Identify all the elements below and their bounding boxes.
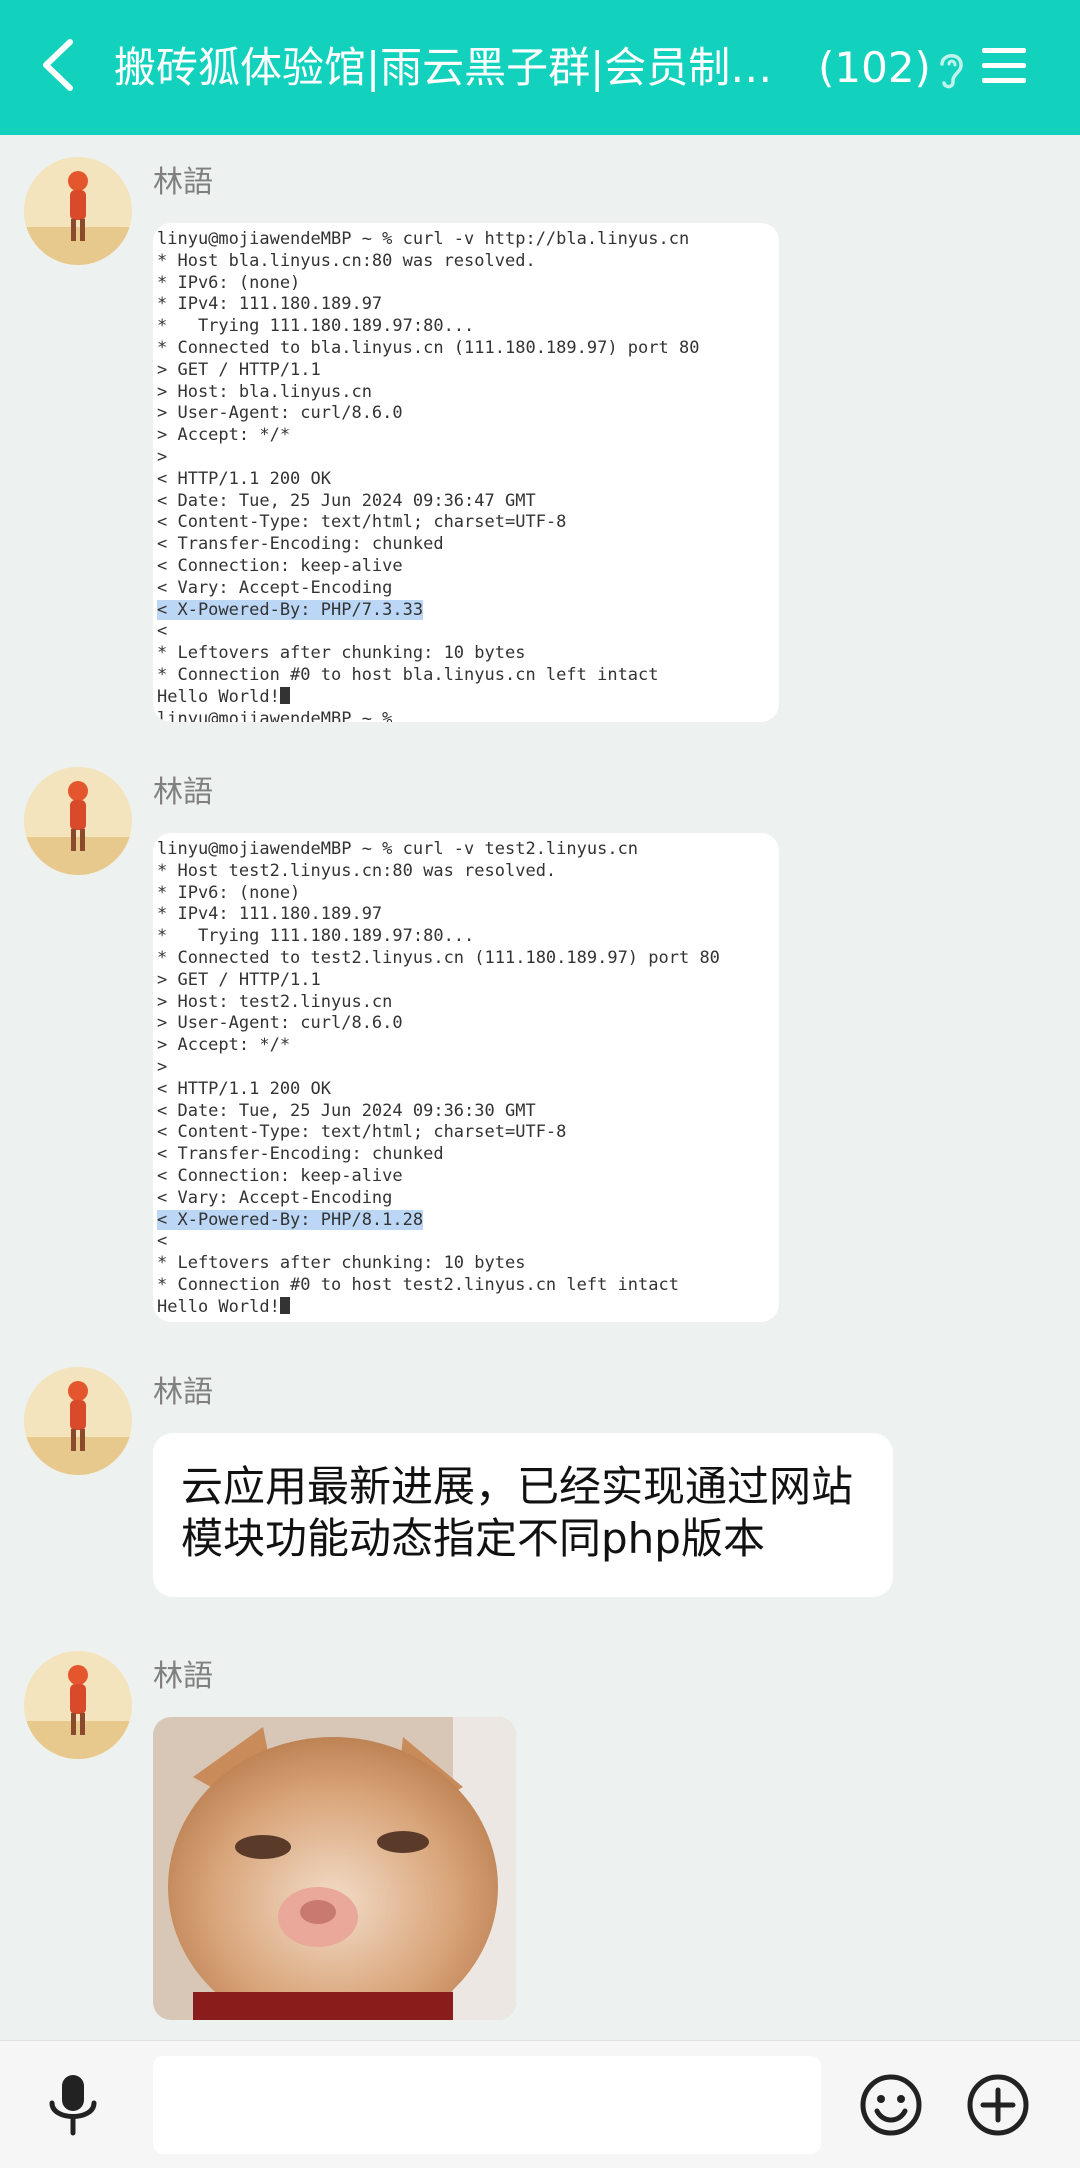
chat-header: 搬砖狐体验馆|雨云黑子群|会员制… (102) (0, 0, 1080, 135)
plus-icon (967, 2074, 1029, 2136)
terminal-line: < Date: Tue, 25 Jun 2024 09:36:30 GMT (157, 1100, 536, 1121)
terminal-line: * Connection #0 to host test2.linyus.cn … (157, 1274, 679, 1295)
terminal-line: > Host: bla.linyus.cn (157, 381, 372, 402)
terminal-line: < Date: Tue, 25 Jun 2024 09:36:47 GMT (157, 490, 536, 511)
terminal-line: * Trying 111.180.189.97:80... (157, 926, 475, 947)
emoji-icon (860, 2074, 922, 2136)
terminal-line: * Connected to test2.linyus.cn (111.180.… (157, 947, 720, 968)
terminal-line: Hello World! (157, 1296, 775, 1319)
sender-name: 林語 (153, 775, 213, 810)
terminal-line: * Leftovers after chunking: 10 bytes (157, 1253, 526, 1274)
terminal-line: < Content-Type: text/html; charset=UTF-8 (157, 1122, 567, 1143)
sender-name: 林語 (153, 1375, 213, 1410)
message-list[interactable]: 林語 linyu@mojiawendeMBP ~ % curl -v http:… (0, 135, 1080, 2040)
terminal-line: * IPv4: 111.180.189.97 (157, 294, 383, 315)
terminal-line: * Connected to bla.linyus.cn (111.180.18… (157, 337, 700, 358)
terminal-line: > Accept: */* (157, 1035, 291, 1056)
terminal-cursor (279, 1296, 290, 1314)
terminal-line: > (157, 1056, 168, 1077)
member-count[interactable]: (102) (818, 38, 931, 98)
avatar[interactable] (24, 1367, 132, 1475)
avatar[interactable] (24, 157, 132, 265)
back-arrow-icon (43, 39, 73, 91)
chat-title[interactable]: 搬砖狐体验馆|雨云黑子群|会员制… (114, 38, 794, 98)
terminal-line: * Trying 111.180.189.97:80... (157, 316, 475, 337)
terminal-line: * Leftovers after chunking: 10 bytes (157, 643, 526, 664)
menu-button[interactable] (980, 44, 1028, 88)
input-bar (0, 2040, 1080, 2168)
terminal-line: > Accept: */* (157, 425, 291, 446)
text-message[interactable]: 云应用最新进展，已经实现通过网站模块功能动态指定不同php版本 (153, 1433, 893, 1597)
terminal-line: > GET / HTTP/1.1 (157, 359, 321, 380)
avatar[interactable] (24, 767, 132, 875)
terminal-line: < X-Powered-By: PHP/7.3.33 (157, 599, 424, 620)
terminal-line: > Host: test2.linyus.cn (157, 991, 393, 1012)
ear-icon[interactable] (934, 48, 968, 90)
terminal-line: linyu@mojiawendeMBP ~ % (157, 708, 393, 722)
voice-button[interactable] (42, 2071, 106, 2139)
terminal-line: < Vary: Accept-Encoding (157, 1187, 393, 1208)
terminal-line: linyu@mojiawendeMBP ~ % curl -v test2.li… (157, 839, 639, 859)
terminal-line: > (157, 446, 168, 467)
sender-name: 林語 (153, 165, 213, 200)
terminal-line: * Connection #0 to host bla.linyus.cn le… (157, 664, 659, 685)
microphone-icon (49, 2075, 97, 2136)
terminal-line: * IPv6: (none) (157, 272, 301, 293)
avatar[interactable] (24, 1651, 132, 1759)
terminal-line: > User-Agent: curl/8.6.0 (157, 403, 403, 424)
image-message[interactable]: linyu@mojiawendeMBP ~ % curl -v test2.li… (153, 833, 779, 1322)
message-input[interactable] (153, 2056, 821, 2154)
terminal-line: * IPv4: 111.180.189.97 (157, 904, 383, 925)
terminal-line: < HTTP/1.1 200 OK (157, 468, 331, 489)
terminal-line: < Content-Type: text/html; charset=UTF-8 (157, 512, 567, 533)
terminal-line: < (157, 621, 168, 642)
terminal-cursor (279, 686, 290, 704)
terminal-line: < (157, 1231, 168, 1252)
menu-icon (982, 48, 1026, 83)
terminal-line: < Vary: Accept-Encoding (157, 577, 393, 598)
terminal-line: * Host test2.linyus.cn:80 was resolved. (157, 860, 557, 881)
terminal-line: > GET / HTTP/1.1 (157, 969, 321, 990)
terminal-line: Hello World! (157, 686, 775, 709)
terminal-line: < X-Powered-By: PHP/8.1.28 (157, 1209, 424, 1230)
terminal-line: < Connection: keep-alive (157, 1165, 403, 1186)
terminal-line: < Transfer-Encoding: chunked (157, 1144, 444, 1165)
emoji-button[interactable] (859, 2073, 923, 2137)
terminal-line: * IPv6: (none) (157, 882, 301, 903)
terminal-line: linyu@mojiawendeMBP ~ % curl -v http://b… (157, 229, 690, 249)
terminal-line: < Transfer-Encoding: chunked (157, 534, 444, 555)
terminal-line: < Connection: keep-alive (157, 555, 403, 576)
terminal-line: > User-Agent: curl/8.6.0 (157, 1013, 403, 1034)
terminal-line: * Host bla.linyus.cn:80 was resolved. (157, 250, 536, 271)
terminal-line: < HTTP/1.1 200 OK (157, 1078, 331, 1099)
sender-name: 林語 (153, 1659, 213, 1694)
image-message[interactable] (153, 1717, 516, 2020)
more-button[interactable] (966, 2073, 1030, 2137)
cat-photo (153, 1717, 516, 2020)
back-button[interactable] (30, 30, 90, 100)
image-message[interactable]: linyu@mojiawendeMBP ~ % curl -v http://b… (153, 223, 779, 722)
